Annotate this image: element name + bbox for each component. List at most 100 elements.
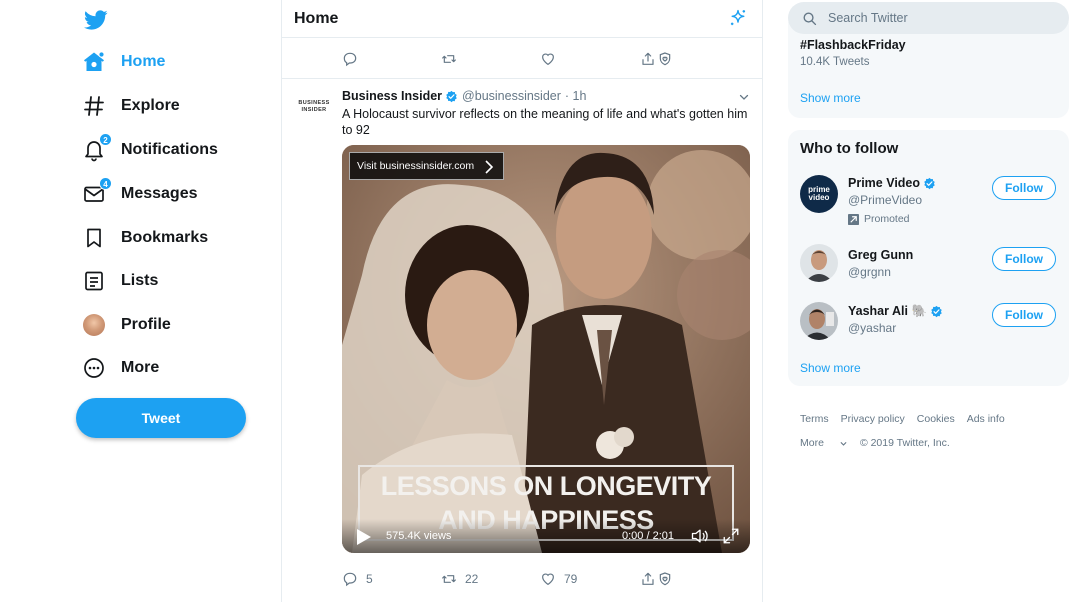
reply-count: 5 — [366, 572, 373, 586]
nav-item-notifications[interactable]: 2 Notifications — [82, 133, 218, 167]
footer-more-menu[interactable]: More — [800, 437, 848, 449]
video-view-count: 575.4K views — [386, 530, 452, 542]
follow-button[interactable]: Follow — [992, 303, 1056, 327]
trend-name[interactable]: #FlashbackFriday — [800, 38, 906, 52]
verified-badge-icon — [924, 177, 935, 189]
footer-links: Terms Privacy policy Cookies Ads info — [800, 413, 1017, 425]
retweet-count: 22 — [465, 572, 479, 586]
share-icon[interactable] — [640, 51, 673, 67]
search-icon — [803, 12, 817, 25]
follow-suggestion[interactable]: prime video Prime Video @PrimeVideo Prom… — [788, 172, 1069, 228]
search-input[interactable] — [828, 11, 1048, 25]
follow-handle: @PrimeVideo — [848, 193, 922, 207]
visit-website-label: Visit businessinsider.com — [357, 160, 475, 172]
like-count: 79 — [564, 572, 578, 586]
tweet-button[interactable]: Tweet — [76, 398, 246, 438]
bookmark-icon — [82, 226, 106, 250]
twitter-logo-icon[interactable] — [84, 8, 108, 32]
follow-name[interactable]: Prime Video — [848, 176, 936, 190]
fullscreen-icon[interactable] — [722, 527, 740, 545]
footer-link-cookies[interactable]: Cookies — [917, 413, 955, 425]
tweet-text: A Holocaust survivor reflects on the mea… — [342, 107, 748, 137]
envelope-icon: 4 — [82, 177, 112, 206]
nav-item-profile[interactable]: Profile — [82, 308, 171, 342]
play-icon[interactable] — [356, 528, 372, 546]
visit-website-link[interactable]: Visit businessinsider.com — [349, 152, 504, 180]
follow-name[interactable]: Greg Gunn — [848, 248, 913, 262]
verified-badge-icon — [446, 90, 457, 102]
messages-badge: 4 — [99, 177, 112, 190]
heart-shield-icon — [659, 52, 671, 66]
footer-link-ads-info[interactable]: Ads info — [967, 413, 1005, 425]
follow-name-text: Prime Video — [848, 176, 921, 190]
like-icon[interactable] — [540, 51, 556, 67]
timeline: Home BUSINESS INSIDER Business Insider @… — [281, 0, 763, 602]
nav-label: Bookmarks — [121, 229, 209, 246]
greg-gunn-avatar[interactable] — [800, 244, 838, 282]
profile-avatar — [82, 313, 106, 337]
chevron-down-icon[interactable] — [738, 91, 750, 103]
notifications-badge: 2 — [99, 133, 112, 146]
business-insider-logo[interactable]: BUSINESS INSIDER — [296, 100, 332, 114]
nav-label: Home — [121, 53, 166, 70]
heart-shield-icon — [659, 572, 671, 586]
trends-show-more-link[interactable]: Show more — [800, 91, 861, 105]
list-icon — [82, 269, 106, 293]
who-to-follow-card: Who to follow prime video Prime Video @P… — [788, 130, 1069, 386]
copyright-text: © 2019 Twitter, Inc. — [859, 437, 950, 449]
sparkle-icon[interactable] — [728, 8, 748, 28]
footer-meta: More © 2019 Twitter, Inc. — [800, 437, 962, 449]
who-to-follow-show-more-link[interactable]: Show more — [800, 361, 861, 375]
reply-icon[interactable] — [342, 51, 358, 67]
follow-suggestion[interactable]: Greg Gunn @grgnn Follow — [788, 244, 1069, 300]
follow-button[interactable]: Follow — [992, 176, 1056, 200]
verified-badge-icon — [931, 305, 942, 318]
nav-item-bookmarks[interactable]: Bookmarks — [82, 221, 208, 255]
promoted-text: Promoted — [864, 213, 910, 225]
reply-icon — [343, 572, 357, 587]
nav-item-home[interactable]: Home — [82, 45, 165, 79]
trend-count: 10.4K Tweets — [800, 56, 870, 68]
volume-icon[interactable] — [690, 526, 710, 546]
prime-video-avatar-text: prime video — [808, 185, 830, 202]
retweet-icon[interactable] — [441, 51, 457, 67]
nav-item-lists[interactable]: Lists — [82, 264, 158, 298]
nav-item-messages[interactable]: 4 Messages — [82, 177, 198, 211]
page-title: Home — [294, 10, 339, 27]
nav-label: Lists — [121, 272, 159, 289]
tweet-header: Business Insider @businessinsider · 1h — [342, 89, 752, 103]
reply-button[interactable]: 5 — [342, 571, 373, 587]
nav-label: Explore — [121, 97, 180, 114]
footer-link-terms[interactable]: Terms — [800, 413, 829, 425]
nav-item-explore[interactable]: Explore — [82, 89, 180, 123]
hashtag-icon — [82, 94, 106, 118]
bell-icon: 2 — [82, 133, 112, 162]
like-button[interactable]: 79 — [540, 571, 577, 587]
follow-button[interactable]: Follow — [992, 247, 1056, 271]
video-time: 0:00 / 2:01 — [622, 530, 674, 542]
timeline-header: Home — [282, 0, 762, 38]
more-circle-icon — [82, 356, 106, 380]
follow-name[interactable]: Yashar Ali 🐘 — [848, 304, 943, 319]
video-caption-line1: LESSONS ON LONGEVITY — [380, 471, 712, 501]
share-button[interactable] — [640, 571, 673, 587]
nav-item-more[interactable]: More — [82, 351, 159, 385]
tweet-author-name[interactable]: Business Insider — [342, 89, 442, 103]
tweet-timestamp[interactable]: · 1h — [565, 89, 587, 103]
retweet-button[interactable]: 22 — [441, 571, 478, 587]
tweet[interactable]: BUSINESS INSIDER Business Insider @busin… — [282, 80, 762, 602]
prime-video-avatar[interactable]: prime video — [800, 175, 838, 213]
search-bar[interactable] — [788, 2, 1069, 34]
nav-label: Notifications — [121, 141, 218, 158]
tweet-author-handle[interactable]: @businessinsider — [462, 89, 561, 103]
follow-suggestion[interactable]: Yashar Ali 🐘 @yashar Follow — [788, 300, 1069, 356]
tweet-video[interactable]: Visit businessinsider.com LESSONS ON LON… — [342, 145, 750, 553]
yashar-ali-avatar[interactable] — [800, 302, 838, 340]
who-to-follow-title: Who to follow — [800, 140, 899, 157]
like-icon — [542, 573, 554, 586]
primary-nav: Home Explore 2 Notifications 4 Messages … — [0, 0, 281, 602]
follow-name-text: Yashar Ali 🐘 — [848, 304, 928, 318]
nav-label: More — [121, 359, 160, 376]
follow-handle: @grgnn — [848, 265, 891, 279]
footer-link-privacy[interactable]: Privacy policy — [841, 413, 905, 425]
